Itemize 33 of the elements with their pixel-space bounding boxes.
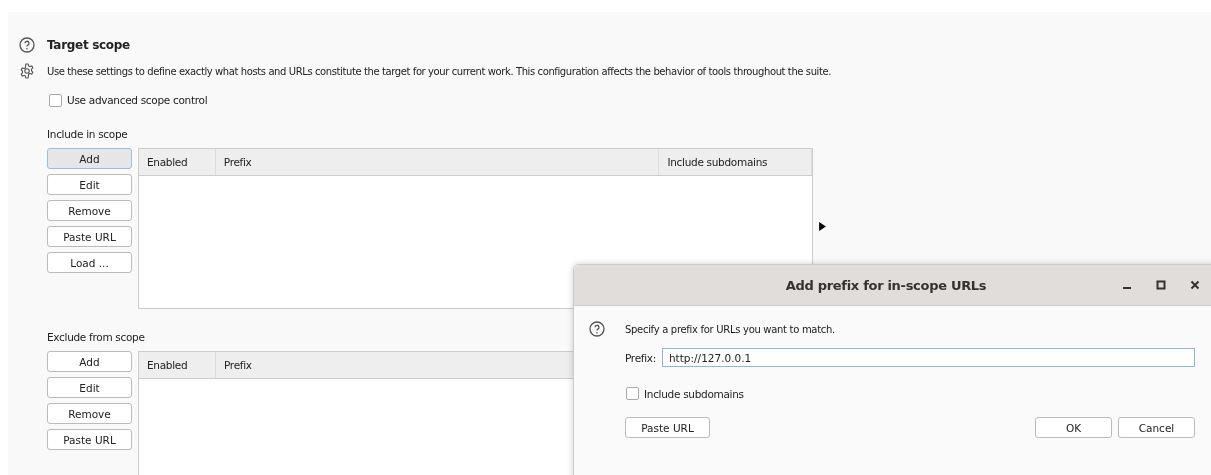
ok-button[interactable]: OK bbox=[1035, 417, 1112, 438]
prefix-field[interactable]: http://127.0.0.1 bbox=[661, 348, 1195, 367]
help-icon bbox=[589, 321, 605, 337]
side-button[interactable]: Load ... bbox=[47, 252, 132, 273]
settings-icon[interactable] bbox=[19, 63, 35, 79]
prefix-label: Prefix: bbox=[625, 351, 656, 364]
side-button[interactable]: Remove bbox=[47, 403, 132, 424]
close-icon[interactable] bbox=[1190, 280, 1200, 290]
maximize-icon[interactable] bbox=[1156, 280, 1166, 290]
side-button[interactable]: Paste URL bbox=[47, 226, 132, 247]
column-header[interactable]: Enabled bbox=[139, 352, 216, 378]
checkbox-label: Include subdomains bbox=[644, 387, 744, 400]
checkbox[interactable] bbox=[49, 93, 62, 107]
dialog-title: Add prefix for in-scope URLs bbox=[784, 277, 988, 293]
side-button[interactable]: Add bbox=[47, 148, 132, 169]
section-title: Target scope bbox=[47, 38, 130, 52]
triangle-icon bbox=[819, 222, 826, 231]
side-button[interactable]: Paste URL bbox=[47, 429, 132, 450]
section-description: Use these settings to define exactly what hosts and URLs constitute the target for your current work. This configuration affects the behavior of tools throughout the suite. bbox=[47, 65, 832, 77]
side-button[interactable]: Edit bbox=[47, 377, 132, 398]
help-icon[interactable] bbox=[19, 37, 35, 53]
checkbox[interactable] bbox=[626, 387, 639, 400]
column-header[interactable]: Include subdomains bbox=[659, 149, 812, 175]
paste-url-button[interactable]: Paste URL bbox=[625, 417, 710, 438]
checkbox-label: Use advanced scope control bbox=[67, 94, 208, 106]
side-button[interactable]: Remove bbox=[47, 200, 132, 221]
side-button[interactable]: Edit bbox=[47, 174, 132, 195]
cancel-button[interactable]: Cancel bbox=[1118, 417, 1195, 438]
dialog-message: Specify a prefix for URLs you want to match. bbox=[625, 323, 835, 335]
column-header[interactable]: Prefix bbox=[215, 149, 660, 175]
group-label: Include in scope bbox=[47, 128, 129, 140]
column-header[interactable]: Enabled bbox=[139, 149, 216, 175]
side-button[interactable]: Add bbox=[47, 351, 132, 372]
